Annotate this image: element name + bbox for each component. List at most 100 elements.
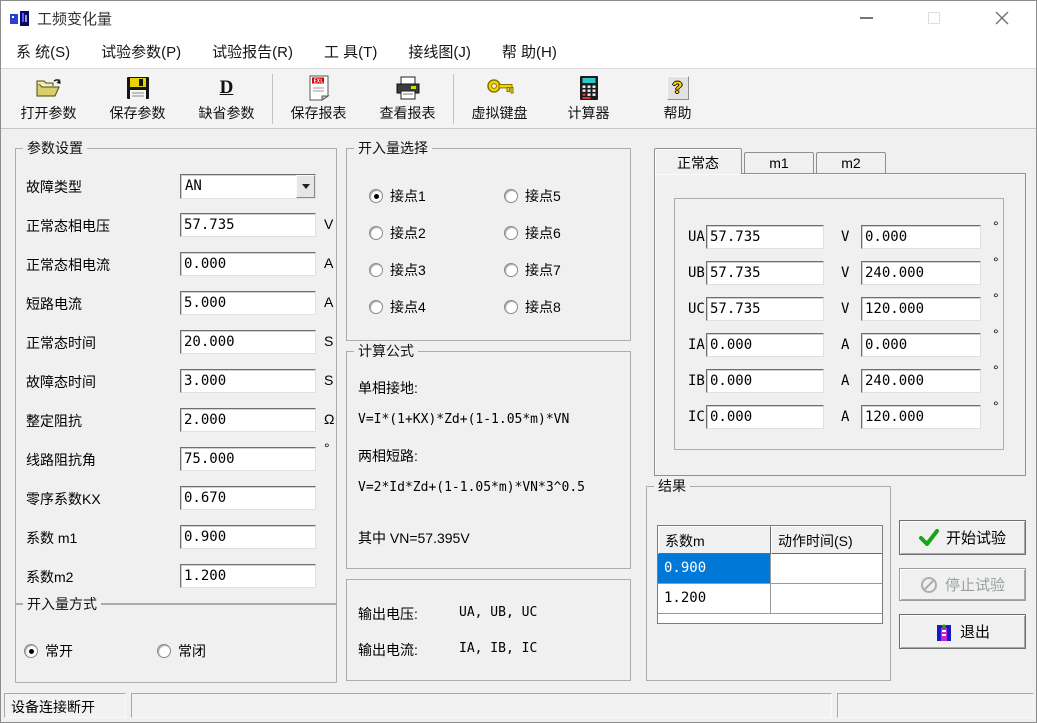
phase-name: UA [688,229,705,245]
zero-seq-coefficient-input[interactable] [180,486,316,510]
toolbar-label: 计算器 [568,103,610,123]
output-voltage-label: 输出电压: [358,604,418,624]
param-unit: A [324,294,333,310]
ic-magnitude-input[interactable] [706,405,824,429]
setting-impedance-input[interactable] [180,408,316,432]
output-current-label: 输出电流: [358,640,418,660]
menu-test-report[interactable]: 试验报告(R) [201,36,304,67]
table-row[interactable]: 0.900 [658,554,882,584]
degree-unit: ° [993,326,999,342]
param-unit: S [324,333,333,349]
fault-state-time-input[interactable] [180,369,316,393]
open-params-button[interactable]: 打开参数 [4,71,93,127]
tab-normal-state[interactable]: 正常态 [654,148,742,174]
stop-test-button: 停止试验 [899,568,1026,601]
ua-magnitude-input[interactable] [706,225,824,249]
degree-unit: ° [993,218,999,234]
save-report-button[interactable]: EXL 保存报表 [274,71,363,127]
results-table: 系数m 动作时间(S) 0.900 1.200 [657,525,883,624]
phase-row-ub: UB V ° [675,261,1003,287]
phase-name: UC [688,301,705,317]
ic-angle-input[interactable] [861,405,981,429]
save-params-button[interactable]: 保存参数 [93,71,182,127]
exit-label: 退出 [960,621,990,642]
menubar: 系 统(S) 试验参数(P) 试验报告(R) 工 具(T) 接线图(J) 帮 助… [1,35,1036,68]
column-header-m[interactable]: 系数m [658,526,771,554]
radio-contact-3[interactable]: 接点3 [369,260,426,280]
formula-note: 其中 VN=57.395V [358,528,470,548]
radio-contact-4[interactable]: 接点4 [369,297,426,317]
cell-time [771,584,882,613]
status-panel-2 [131,693,832,718]
results-table-header: 系数m 动作时间(S) [658,526,882,554]
radio-contact-6[interactable]: 接点6 [504,223,561,243]
menu-system[interactable]: 系 统(S) [5,36,81,67]
status-panel-3 [837,693,1034,718]
param-unit: ° [324,440,330,456]
start-test-button[interactable]: 开始试验 [899,520,1026,555]
phase-row-ic: IC A ° [675,405,1003,431]
radio-normally-closed[interactable]: 常闭 [157,641,206,661]
fault-type-value: AN [181,175,296,198]
formula-group: 计算公式 单相接地: V=I*(1+KX)*Zd+(1-1.05*m)*VN 两… [346,351,631,569]
minimize-button[interactable] [832,1,900,35]
coefficient-m2-input[interactable] [180,564,316,588]
ua-angle-input[interactable] [861,225,981,249]
ia-angle-input[interactable] [861,333,981,357]
tab-m2[interactable]: m2 [816,152,886,174]
short-circuit-current-input[interactable] [180,291,316,315]
ib-magnitude-input[interactable] [706,369,824,393]
table-row[interactable]: 1.200 [658,584,882,614]
line-impedance-angle-input[interactable] [180,447,316,471]
normal-phase-current-input[interactable] [180,252,316,276]
cell-time [771,554,882,583]
phase-unit: V [841,229,849,245]
tab-m1[interactable]: m1 [744,152,814,174]
input-mode-group: 开入量方式 常开 常闭 [15,604,337,683]
column-header-time[interactable]: 动作时间(S) [771,526,882,554]
phase-unit: V [841,301,849,317]
menu-tools[interactable]: 工 具(T) [313,36,388,67]
output-group: 输出电压: UA, UB, UC 输出电流: IA, IB, IC [346,579,631,681]
uc-magnitude-input[interactable] [706,297,824,321]
coefficient-m1-input[interactable] [180,525,316,549]
default-d-icon: D [220,75,234,101]
menu-help[interactable]: 帮 助(H) [491,36,568,67]
printer-icon [394,75,422,101]
param-label: 线路阻抗角 [26,450,96,470]
ub-magnitude-input[interactable] [706,261,824,285]
radio-icon [24,644,38,658]
radio-label: 接点3 [390,260,426,280]
prohibit-icon [920,576,938,594]
view-report-button[interactable]: 查看报表 [363,71,452,127]
normal-state-time-input[interactable] [180,330,316,354]
virtual-keyboard-button[interactable]: 虚拟键盘 [455,71,544,127]
radio-label: 常闭 [178,641,206,661]
normal-phase-voltage-input[interactable] [180,213,316,237]
uc-angle-input[interactable] [861,297,981,321]
radio-contact-5[interactable]: 接点5 [504,186,561,206]
radio-contact-1[interactable]: 接点1 [369,186,426,206]
phase-unit: A [841,373,849,389]
menu-test-params[interactable]: 试验参数(P) [90,36,192,67]
exit-button[interactable]: 退出 [899,614,1026,649]
fault-type-select[interactable]: AN [180,174,316,199]
radio-contact-2[interactable]: 接点2 [369,223,426,243]
radio-contact-7[interactable]: 接点7 [504,260,561,280]
ia-magnitude-input[interactable] [706,333,824,357]
radio-icon [504,263,518,277]
default-params-button[interactable]: D 缺省参数 [182,71,271,127]
ub-angle-input[interactable] [861,261,981,285]
ib-angle-input[interactable] [861,369,981,393]
fault-type-label: 故障类型 [26,177,82,197]
maximize-icon [928,12,940,24]
chevron-down-icon[interactable] [296,175,315,198]
contact-select-group: 开入量选择 接点1 接点2 接点3 接点4 接点5 接点6 接点7 [346,148,631,341]
calculator-button[interactable]: 计算器 [544,71,633,127]
menu-wiring-diagram[interactable]: 接线图(J) [397,36,482,67]
close-button[interactable] [968,1,1036,35]
formula-group-title: 计算公式 [354,343,418,360]
radio-contact-8[interactable]: 接点8 [504,297,561,317]
help-button[interactable]: ? 帮助 [633,71,722,127]
radio-normally-open[interactable]: 常开 [24,641,73,661]
